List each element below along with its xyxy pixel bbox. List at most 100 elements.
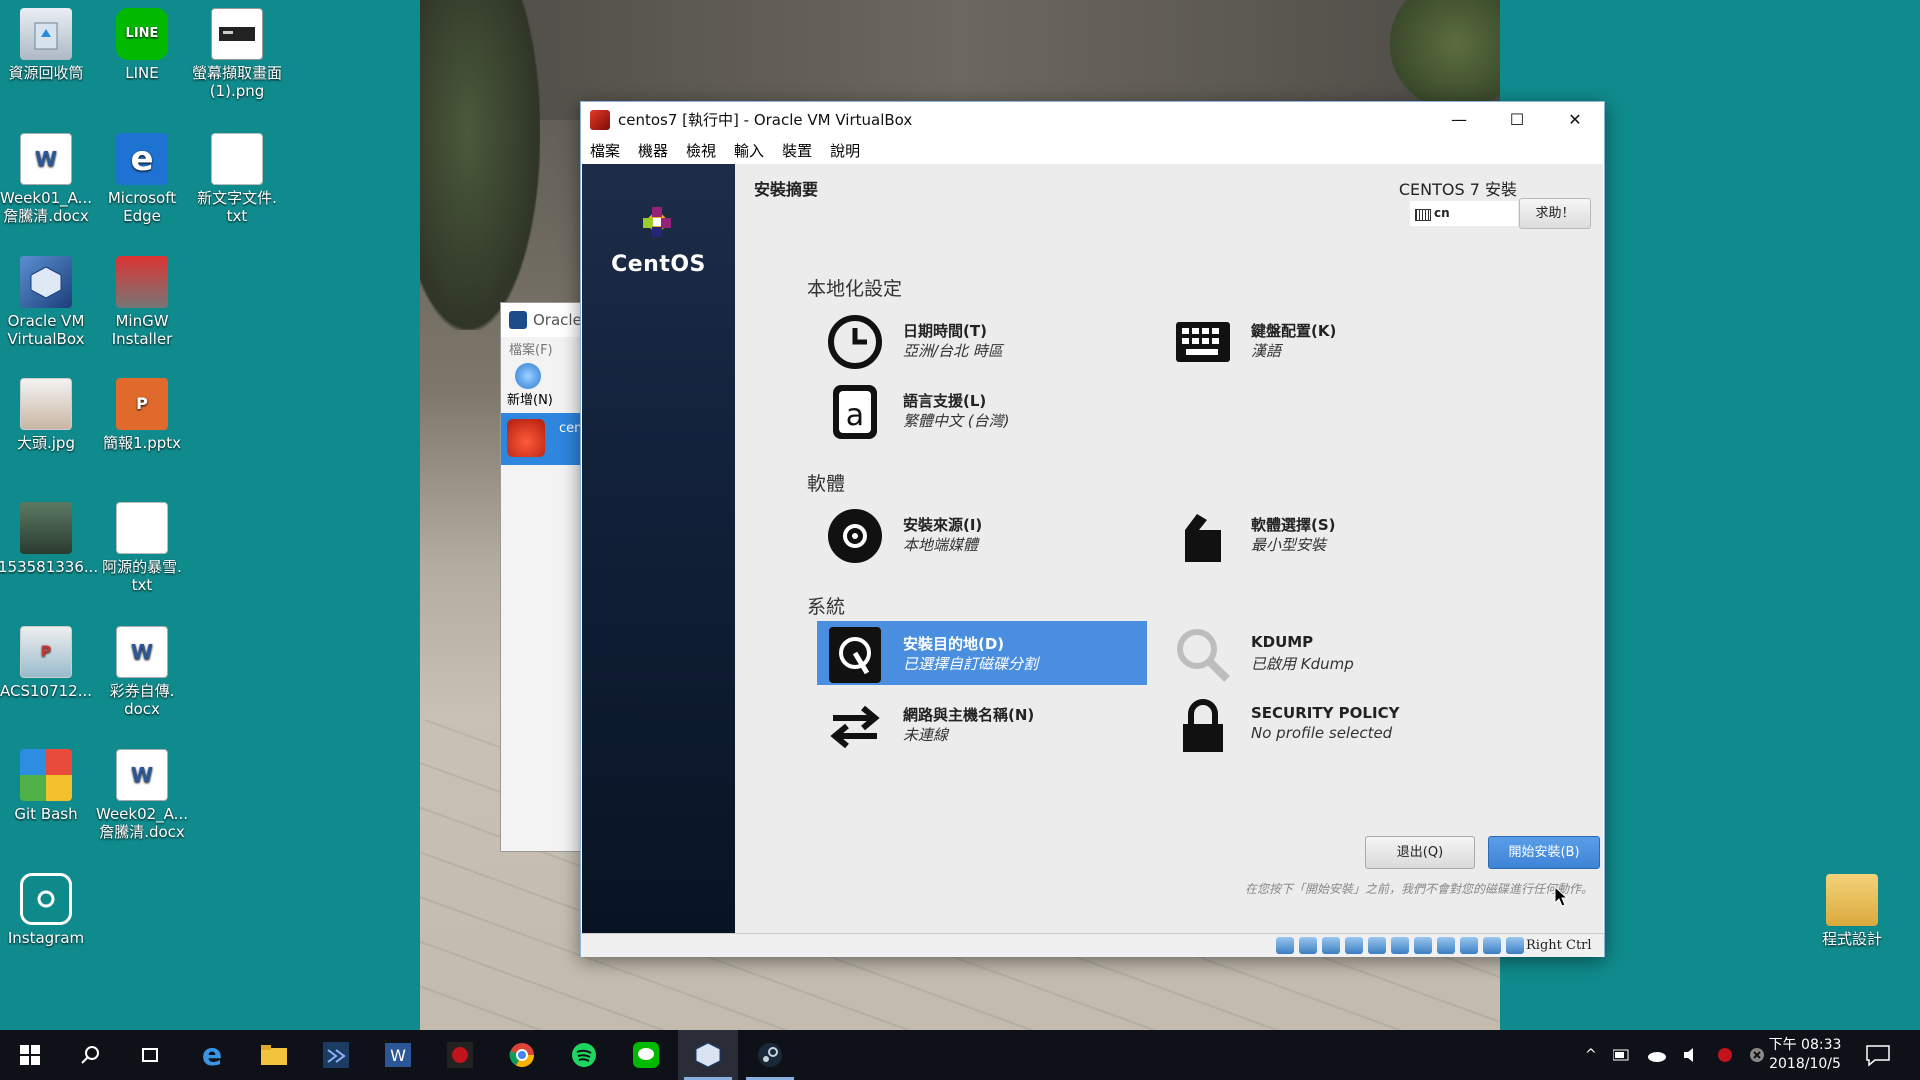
clock-date: 2018/10/5	[1769, 1056, 1841, 1072]
taskbar-line[interactable]	[616, 1030, 676, 1080]
mingw-icon	[116, 256, 168, 308]
begin-installation-button[interactable]: 開始安裝(B)	[1488, 836, 1600, 869]
desktop-icon-ayuan[interactable]: 阿源的暴雪. txt	[94, 496, 190, 594]
shared-folders-status-icon[interactable]	[1391, 937, 1409, 954]
desktop-icon-week02[interactable]: W Week02_A... 詹騰清.docx	[94, 743, 190, 841]
spoke-name: 安裝來源(I)	[903, 516, 983, 534]
taskbar-file-explorer[interactable]	[244, 1030, 304, 1080]
menu-help[interactable]: 說明	[830, 140, 860, 161]
volume-icon[interactable]	[1683, 1047, 1701, 1063]
manager-title: Oracle	[501, 303, 589, 337]
photo-icon	[20, 502, 72, 554]
spoke-source[interactable]: 安裝來源(I) 本地端媒體	[817, 502, 1147, 566]
text-file-icon	[211, 133, 263, 185]
wallpaper-tree	[420, 0, 540, 330]
desktop-icon-label: ACS10712...	[0, 682, 92, 700]
spoke-security[interactable]: SECURITY POLICY No profile selected	[1165, 692, 1495, 756]
hard-disk-status-icon[interactable]	[1276, 937, 1294, 954]
spoke-network[interactable]: 網路與主機名稱(N) 未連線	[817, 692, 1147, 756]
menu-devices[interactable]: 裝置	[782, 140, 812, 161]
maximize-button[interactable]: ☐	[1488, 102, 1546, 137]
spoke-keyboard[interactable]: 鍵盤配置(K) 漢語	[1165, 308, 1495, 372]
taskbar-search[interactable]	[60, 1030, 120, 1080]
start-button[interactable]	[0, 1030, 60, 1080]
taskbar-edge[interactable]: e	[182, 1030, 242, 1080]
notification-center-icon[interactable]	[1865, 1042, 1891, 1068]
desktop-icon-instagram[interactable]: Instagram	[0, 867, 94, 947]
desktop-icon-img1535[interactable]: 153581336...	[0, 496, 99, 576]
desktop-icon-newtxt[interactable]: 新文字文件. txt	[189, 127, 285, 225]
desktop-icon-label: 153581336...	[0, 558, 99, 576]
steam-icon	[758, 1043, 782, 1067]
optical-drive-status-icon[interactable]	[1299, 937, 1317, 954]
menu-file[interactable]: 檔案	[590, 140, 620, 161]
vm-screen[interactable]: CentOS 安裝摘要 CENTOS 7 安裝 cn 求助！ 本地化設定 日期時…	[582, 164, 1603, 933]
recording-status-icon[interactable]	[1437, 937, 1455, 954]
section-localization: 本地化設定	[807, 278, 903, 300]
desktop-icon-progdesign[interactable]: 程式設計	[1804, 868, 1900, 948]
usb-status-icon[interactable]	[1368, 937, 1386, 954]
spoke-kdump[interactable]: KDUMP 已啟用 Kdump	[1165, 621, 1495, 685]
taskbar-spotify[interactable]	[554, 1030, 614, 1080]
quit-button[interactable]: 退出(Q)	[1365, 836, 1475, 869]
keyboard-icon	[1176, 322, 1230, 362]
mouse-integration-status-icon[interactable]	[1483, 937, 1501, 954]
desktop-icon-label: 大頭.jpg	[17, 434, 75, 452]
virtualbox-manager-window[interactable]: Oracle 檔案(F) 新增(N) cen	[500, 302, 590, 852]
menu-input[interactable]: 輸入	[734, 140, 764, 161]
taskbar-word[interactable]: W	[368, 1030, 428, 1080]
desktop-icon-gitbash[interactable]: Git Bash	[0, 743, 94, 823]
taskbar-virtualbox[interactable]	[678, 1030, 738, 1080]
taskbar-clock[interactable]: 下午 08:33 2018/10/5	[1760, 1036, 1850, 1074]
vm-statusbar: Right Ctrl	[581, 933, 1604, 957]
chrome-icon	[509, 1043, 534, 1068]
desktop-icon-recycle-bin[interactable]: 資源回收筒	[0, 2, 94, 82]
cpu-status-icon[interactable]	[1460, 937, 1478, 954]
desktop-icon-pptx[interactable]: P 簡報1.pptx	[94, 372, 190, 452]
spoke-language[interactable]: a 語言支援(L) 繁體中文 (台灣)	[817, 378, 1147, 442]
manager-vm-item[interactable]: cen	[501, 413, 589, 465]
taskbar-chrome[interactable]	[492, 1030, 552, 1080]
desktop-icon-acs[interactable]: P ACS10712...	[0, 620, 94, 700]
desktop-icon-bighead[interactable]: 大頭.jpg	[0, 372, 94, 452]
desktop-icon-line[interactable]: LINE LINE	[94, 2, 190, 82]
menu-view[interactable]: 檢視	[686, 140, 716, 161]
section-software: 軟體	[807, 473, 846, 495]
manager-menu[interactable]: 檔案(F)	[501, 337, 589, 359]
tray-chevron-up-icon[interactable]: ^	[1585, 1047, 1597, 1063]
vm-window[interactable]: centos7 [執行中] - Oracle VM VirtualBox — ☐…	[580, 101, 1605, 957]
keyboard-indicator[interactable]: cn	[1410, 201, 1518, 226]
keyboard-capture-status-icon[interactable]	[1506, 937, 1524, 954]
spoke-name: 軟體選擇(S)	[1251, 516, 1336, 534]
window-titlebar[interactable]: centos7 [執行中] - Oracle VM VirtualBox — ☐…	[581, 102, 1604, 137]
desktop-icon-week01[interactable]: W Week01_A... 詹騰清.docx	[0, 127, 94, 225]
desktop-icon-label: Oracle VM VirtualBox	[7, 312, 85, 348]
spoke-software[interactable]: 軟體選擇(S) 最小型安裝	[1165, 502, 1495, 566]
manager-new-button[interactable]: 新增(N)	[501, 359, 589, 413]
battery-icon[interactable]	[1612, 1049, 1631, 1061]
audio-status-icon[interactable]	[1322, 937, 1340, 954]
taskbar-steam[interactable]	[740, 1030, 800, 1080]
centos-logo-icon	[643, 207, 671, 237]
desktop-icon-edge[interactable]: e Microsoft Edge	[94, 127, 190, 225]
menu-machine[interactable]: 機器	[638, 140, 668, 161]
taskbar-visual-studio[interactable]	[306, 1030, 366, 1080]
network-status-icon[interactable]	[1345, 937, 1363, 954]
desktop-icon-virtualbox[interactable]: Oracle VM VirtualBox	[0, 250, 94, 348]
desktop-icon-mingw[interactable]: MinGW Installer	[94, 250, 190, 348]
desktop-icon-lottery[interactable]: W 彩券自傳. docx	[94, 620, 190, 718]
onedrive-icon[interactable]	[1647, 1048, 1667, 1062]
display-status-icon[interactable]	[1414, 937, 1432, 954]
taskbar-asus[interactable]	[430, 1030, 490, 1080]
spoke-destination[interactable]: 安裝目的地(D) 已選擇自訂磁碟分割	[817, 621, 1147, 685]
installer-sidebar: CentOS	[582, 164, 735, 933]
spoke-datetime[interactable]: 日期時間(T) 亞洲/台北 時區	[817, 308, 1147, 372]
desktop-icon-screenshot[interactable]: 螢幕擷取畫面 (1).png	[189, 2, 285, 100]
taskbar-task-view[interactable]	[120, 1030, 180, 1080]
help-button[interactable]: 求助！	[1519, 198, 1591, 229]
spotify-icon	[572, 1043, 596, 1067]
minimize-button[interactable]: —	[1430, 102, 1488, 137]
wallpaper-tree	[1390, 0, 1500, 110]
asus-tray-icon[interactable]	[1717, 1047, 1733, 1063]
close-button[interactable]: ✕	[1546, 102, 1604, 137]
